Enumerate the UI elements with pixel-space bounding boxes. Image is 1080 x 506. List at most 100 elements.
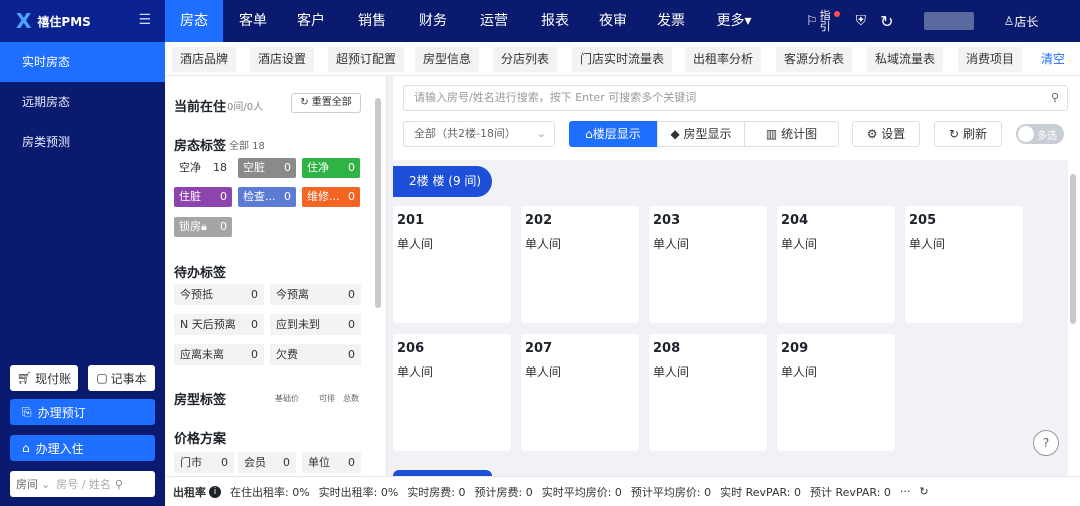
refresh-icon[interactable]: ↻ [880, 12, 893, 31]
cash-account-label: 现付账 [35, 371, 72, 386]
top-nav: 房态 客单 客户 销售 财务 运营 报表 夜审 发票 更多▾ [165, 0, 769, 42]
tab-private-traffic[interactable]: 私域流量表 [867, 47, 943, 72]
todo-n-days-departure[interactable]: N 天后预离 0 [174, 314, 264, 335]
status-occupied-clean[interactable]: 住净 0 [302, 158, 360, 178]
help-button[interactable]: ? [1033, 430, 1059, 456]
room-number: 206 [397, 341, 425, 356]
nav-reports[interactable]: 报表 [527, 0, 583, 42]
book-button[interactable]: ⎘ 办理预订 [10, 399, 155, 425]
chip-label: 锁房 [179, 220, 201, 233]
tab-hotel-settings[interactable]: 酒店设置 [250, 47, 314, 72]
tab-traffic[interactable]: 门店实时流量表 [572, 47, 672, 72]
multi-select-toggle[interactable]: 多选 [1016, 124, 1064, 144]
todo-overdue-departure[interactable]: 应离未离 0 [174, 344, 264, 365]
checkin-button[interactable]: ⌂ 办理入住 [10, 435, 155, 461]
tab-brand[interactable]: 酒店品牌 [172, 47, 236, 72]
room-type: 单人间 [397, 237, 434, 251]
nav-more[interactable]: 更多▾ [699, 0, 769, 42]
status-inspecting[interactable]: 检查... 0 [238, 187, 296, 207]
nav-orders[interactable]: 客单 [223, 0, 283, 42]
scrollbar-thumb[interactable] [1070, 174, 1076, 324]
status-locked[interactable]: 锁房🔒︎ 0 [174, 217, 232, 237]
guide-icon[interactable]: ⚐ [806, 14, 818, 29]
user-role[interactable]: 店长 [1014, 13, 1038, 30]
chip-count: 0 [284, 190, 291, 203]
view-by-floor-button[interactable]: ⌂楼层显示 [569, 121, 657, 147]
tab-clear[interactable]: 清空 [1033, 47, 1073, 72]
tab-source[interactable]: 客源分析表 [776, 47, 852, 72]
room-card-209[interactable]: 209 单人间 [777, 334, 895, 451]
room-card-206[interactable]: 206 单人间 [393, 334, 511, 451]
status-vacant-dirty[interactable]: 空脏 0 [238, 158, 296, 178]
floor-badge[interactable]: 2楼 楼 (9 间) [393, 166, 492, 197]
view-chart-button[interactable]: ▥ 统计图 [745, 121, 839, 147]
settings-button[interactable]: ⚙ 设置 [852, 121, 920, 147]
guide-label[interactable]: 指引 [820, 10, 834, 32]
room-card-204[interactable]: 204 单人间 [777, 206, 895, 323]
nav-invoice[interactable]: 发票 [643, 0, 699, 42]
shield-icon[interactable]: ⛨ [856, 13, 867, 29]
search-input[interactable]: 请输入房号/姓名进行搜索，按下 Enter 可搜索多个关键词 ⚲ [403, 85, 1068, 111]
room-card-202[interactable]: 202 单人间 [521, 206, 639, 323]
tab-consumption[interactable]: 消费项目 [958, 47, 1022, 72]
nav-room-status[interactable]: 房态 [165, 0, 223, 42]
view-by-type-button[interactable]: ◆ 房型显示 [657, 121, 745, 147]
room-card-203[interactable]: 203 单人间 [649, 206, 767, 323]
price-rack[interactable]: 门市 0 [174, 452, 234, 473]
tab-branches[interactable]: 分店列表 [493, 47, 557, 72]
more-stats-button[interactable]: ··· [900, 485, 911, 498]
sidebar-item-future[interactable]: 远期房态 [0, 82, 165, 122]
board-scrollbar[interactable] [1070, 164, 1078, 470]
chip-count: 0 [284, 161, 291, 174]
status-occupied-dirty[interactable]: 住脏 0 [174, 187, 232, 207]
notebook-icon: ▢ [96, 371, 108, 385]
room-card-207[interactable]: 207 单人间 [521, 334, 639, 451]
nav-finance[interactable]: 财务 [405, 0, 461, 42]
todo-no-show[interactable]: 应到未到 0 [270, 314, 361, 335]
room-type: 单人间 [397, 365, 434, 379]
price-corporate[interactable]: 单位 0 [302, 452, 361, 473]
notebook-button[interactable]: ▢ 记事本 [88, 365, 155, 391]
reset-all-button[interactable]: ↻ 重置全部 [291, 93, 361, 113]
search-icon[interactable]: ⚲ [115, 478, 123, 491]
room-search-box[interactable]: 房间 ⌄ 房号 / 姓名 ⚲ [10, 471, 155, 497]
todo-arrears[interactable]: 欠费 0 [270, 344, 361, 365]
filter-scrollbar[interactable] [375, 84, 381, 472]
tab-room-type[interactable]: 房型信息 [415, 47, 479, 72]
room-card-205[interactable]: 205 单人间 [905, 206, 1023, 323]
refresh-stats-icon[interactable]: ↻ [919, 485, 928, 498]
price-member[interactable]: 会员 0 [238, 452, 296, 473]
room-select[interactable]: 房间 [16, 476, 38, 492]
refresh-button[interactable]: ↻ 刷新 [934, 121, 1002, 147]
status-vacant-clean[interactable]: 空净 18 [174, 158, 232, 178]
avatar[interactable] [923, 12, 974, 30]
room-card-208[interactable]: 208 单人间 [649, 334, 767, 451]
floor-select[interactable]: 全部（共2楼-18间） ⌄ [403, 121, 555, 147]
nav-customers[interactable]: 客户 [283, 0, 339, 42]
app-logo[interactable]: X 禧住PMS ☰ [0, 0, 165, 42]
status-maintenance[interactable]: 维修... 0 [302, 187, 360, 207]
stat-realtime-occupancy: 实时出租率: 0% [318, 485, 399, 499]
tab-overbooking[interactable]: 超预订配置 [328, 47, 404, 72]
cash-account-button[interactable]: 🛒︎ 现付账 [10, 365, 78, 391]
room-search-input[interactable]: 房号 / 姓名 [56, 476, 111, 492]
collapse-menu-icon[interactable]: ☰ [138, 12, 151, 28]
todo-arrival-today[interactable]: 今预抵 0 [174, 284, 264, 305]
chip-count: 0 [348, 190, 355, 203]
room-card-201[interactable]: 201 单人间 [393, 206, 511, 323]
info-icon[interactable]: i [209, 485, 221, 498]
checkin-label: 办理入住 [35, 441, 84, 456]
sidebar-item-realtime[interactable]: 实时房态 [0, 42, 165, 82]
scrollbar-thumb[interactable] [375, 98, 381, 308]
nav-operations[interactable]: 运营 [461, 0, 527, 42]
search-icon[interactable]: ⚲ [1051, 86, 1059, 110]
chip-label: 住脏 [179, 190, 201, 203]
cell-count: 0 [283, 456, 290, 469]
todo-departure-today[interactable]: 今预离 0 [270, 284, 361, 305]
sidebar-item-forecast[interactable]: 房类预测 [0, 122, 165, 162]
cell-label: 单位 [308, 456, 330, 469]
nav-night-audit[interactable]: 夜审 [583, 0, 643, 42]
todo-tags-title: 待办标签 [174, 266, 227, 281]
tab-occupancy[interactable]: 出租率分析 [685, 47, 761, 72]
nav-sales[interactable]: 销售 [339, 0, 405, 42]
